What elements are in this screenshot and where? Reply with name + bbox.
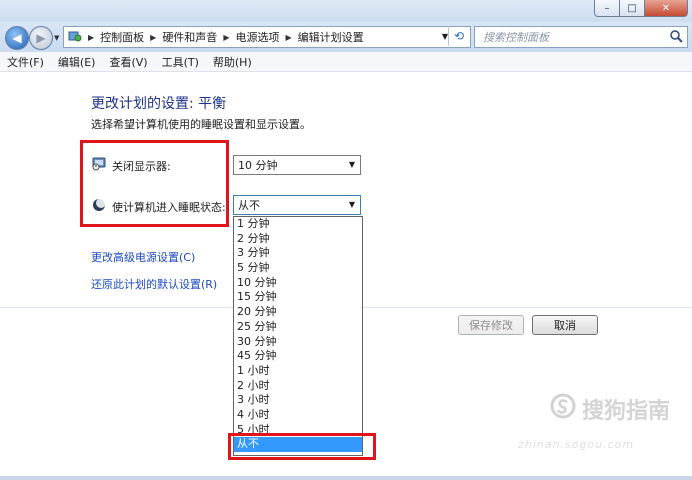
sleep-options-list[interactable]: 1 分钟 2 分钟 3 分钟 5 分钟 10 分钟 15 分钟 20 分钟 25 分钟 30 分… xyxy=(233,216,363,456)
save-button[interactable]: 保存修改 xyxy=(458,315,524,335)
refresh-button[interactable]: ⟲ xyxy=(448,26,469,46)
close-button[interactable]: ✕ xyxy=(645,0,688,17)
caption-buttons: – □ ✕ xyxy=(594,0,688,18)
arrow-left-icon: ◀ xyxy=(12,31,22,45)
watermark: 搜狗指南 xyxy=(550,393,670,425)
sleep-option[interactable]: 3 分钟 xyxy=(234,246,362,261)
highlight-box xyxy=(80,140,229,227)
window-border xyxy=(0,476,692,480)
menu-edit[interactable]: 编辑(E) xyxy=(51,54,103,70)
sleep-value: 从不 xyxy=(238,199,260,212)
maximize-button[interactable]: □ xyxy=(620,0,645,17)
breadcrumb-control-panel[interactable]: 控制面板 xyxy=(100,29,144,45)
breadcrumb-hardware-sound[interactable]: 硬件和声音 xyxy=(162,29,217,45)
minimize-button[interactable]: – xyxy=(594,0,620,17)
sleep-option[interactable]: 1 分钟 xyxy=(234,217,362,232)
chevron-down-icon: ▼ xyxy=(348,160,355,169)
watermark-text: 搜狗指南 xyxy=(581,399,670,424)
display-off-select[interactable]: 10 分钟 ▼ xyxy=(233,155,361,175)
watermark-url: zhinan.sogou.com xyxy=(518,438,635,451)
back-button[interactable]: ◀ xyxy=(5,26,29,50)
sleep-option[interactable]: 1 小时 xyxy=(234,364,362,379)
sleep-option[interactable]: 30 分钟 xyxy=(234,335,362,350)
search-box[interactable]: 搜索控制面板 xyxy=(474,26,688,48)
sleep-select[interactable]: 从不 ▼ xyxy=(233,195,361,215)
page-title: 更改计划的设置: 平衡 xyxy=(91,96,227,112)
restore-defaults-link[interactable]: 还原此计划的默认设置(R) xyxy=(91,276,217,292)
cancel-button[interactable]: 取消 xyxy=(532,315,598,335)
sleep-option[interactable]: 4 小时 xyxy=(234,408,362,423)
menu-bar: 文件(F) 编辑(E) 查看(V) 工具(T) 帮助(H) xyxy=(0,52,692,72)
breadcrumb-separator-icon: ▶ xyxy=(150,32,157,42)
forward-button[interactable]: ▶ xyxy=(29,26,53,50)
breadcrumb-edit-plan[interactable]: 编辑计划设置 xyxy=(298,29,364,45)
sleep-option[interactable]: 2 小时 xyxy=(234,379,362,394)
sleep-option[interactable]: 3 小时 xyxy=(234,393,362,408)
breadcrumb-separator-icon: ▶ xyxy=(285,32,292,42)
sleep-option[interactable]: 15 分钟 xyxy=(234,290,362,305)
address-bar[interactable]: ▶ 控制面板 ▶ 硬件和声音 ▶ 电源选项 ▶ 编辑计划设置 ▼ xyxy=(63,26,471,48)
menu-help[interactable]: 帮助(H) xyxy=(206,54,259,70)
sogou-logo-icon xyxy=(550,393,576,425)
menu-file[interactable]: 文件(F) xyxy=(0,54,51,70)
sleep-option[interactable]: 45 分钟 xyxy=(234,349,362,364)
sleep-option[interactable]: 25 分钟 xyxy=(234,320,362,335)
menu-view[interactable]: 查看(V) xyxy=(102,54,154,70)
sleep-option[interactable]: 5 分钟 xyxy=(234,261,362,276)
search-icon[interactable] xyxy=(669,29,683,46)
display-off-value: 10 分钟 xyxy=(238,159,278,172)
sleep-option[interactable]: 10 分钟 xyxy=(234,276,362,291)
control-panel-icon xyxy=(68,29,82,46)
title-bar xyxy=(0,0,692,22)
search-input[interactable]: 搜索控制面板 xyxy=(483,29,549,45)
recent-pages-dropdown[interactable]: ▼ xyxy=(54,34,59,42)
advanced-settings-link[interactable]: 更改高级电源设置(C) xyxy=(91,249,195,265)
chevron-down-icon: ▼ xyxy=(348,200,355,209)
sleep-option[interactable]: 20 分钟 xyxy=(234,305,362,320)
menu-tools[interactable]: 工具(T) xyxy=(155,54,206,70)
arrow-right-icon: ▶ xyxy=(36,31,46,45)
highlight-box xyxy=(228,433,376,460)
breadcrumb-separator-icon: ▶ xyxy=(88,32,95,42)
refresh-icon: ⟲ xyxy=(453,29,465,43)
sleep-option[interactable]: 2 分钟 xyxy=(234,232,362,247)
page-subtitle: 选择希望计算机使用的睡眠设置和显示设置。 xyxy=(91,118,311,131)
breadcrumb-separator-icon: ▶ xyxy=(223,32,230,42)
breadcrumb-power-options[interactable]: 电源选项 xyxy=(235,29,279,45)
